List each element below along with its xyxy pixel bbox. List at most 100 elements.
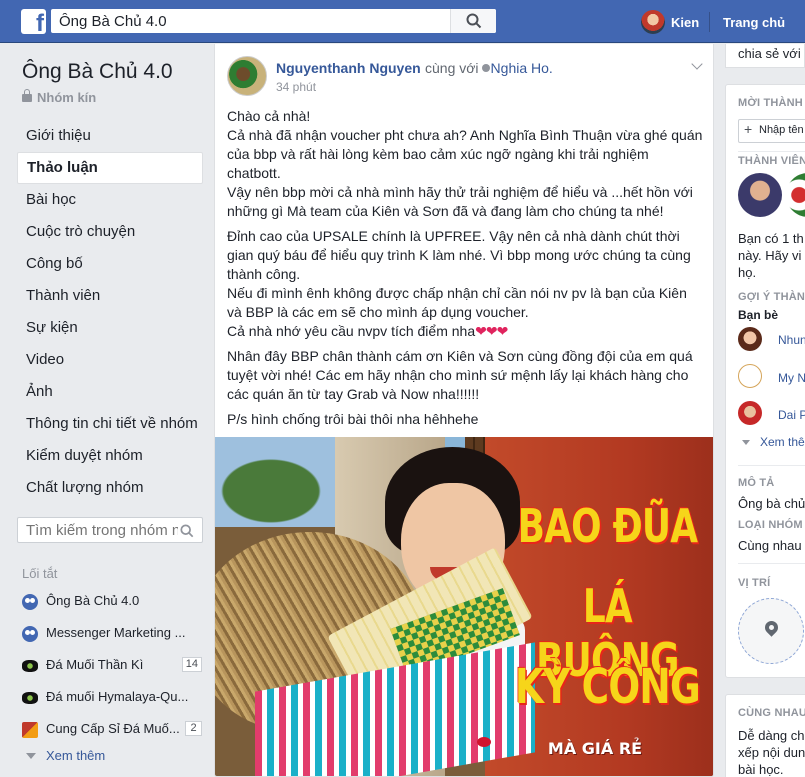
search-icon[interactable]: [180, 524, 194, 538]
post-line: Cả nhà đã nhận voucher pht chưa ah? Anh …: [227, 127, 703, 181]
nav-item-group-insights[interactable]: Thông tin chi tiết về nhóm: [17, 408, 203, 440]
notification-count-badge: 14: [181, 657, 202, 672]
stone-page-icon: [22, 660, 38, 672]
post-paragraph: Nhân đây BBP chân thành cám ơn Kiên và S…: [227, 347, 703, 404]
tagged-person-link[interactable]: Nghia Ho.: [491, 60, 553, 76]
shortcut-item[interactable]: Messenger Marketing ...: [20, 620, 202, 652]
shortcut-item[interactable]: Đá Muối Thần Kì 14: [20, 652, 202, 684]
post-line: Nhân đây BBP chân thành cám ơn Kiên và S…: [227, 348, 693, 402]
nav-item-events[interactable]: Sự kiện: [17, 312, 203, 344]
invite-placeholder: Nhập tên: [759, 124, 804, 136]
heart-emoji-icon: ❤❤❤: [475, 323, 508, 339]
divider: [738, 563, 805, 564]
divider: [738, 465, 805, 466]
tag-status-icon: [481, 64, 490, 72]
lock-icon: [22, 89, 32, 102]
photo-headline-line: BAO ĐŨA: [517, 499, 698, 553]
shortcut-label: Messenger Marketing ...: [46, 625, 186, 640]
privacy-text: Nhóm kín: [37, 90, 97, 105]
member-avatar[interactable]: [738, 173, 782, 217]
description-heading: MÔ TẢ: [738, 477, 775, 489]
group-type: Cùng nhau: [738, 538, 802, 553]
nav-item-videos[interactable]: Video: [17, 344, 203, 376]
top-navigation-bar: f Kien Trang chủ: [0, 0, 805, 43]
member-avatar[interactable]: [786, 173, 805, 217]
group-type-heading: LOẠI NHÓM: [738, 519, 803, 531]
post-line: Đỉnh cao của UPSALE chính là UPFREE. Vậy…: [227, 228, 691, 282]
see-more-suggestions-link[interactable]: Xem thê: [742, 435, 805, 449]
suggested-members-heading: GỢI Ý THÀNH: [738, 291, 805, 303]
suggested-friend-name[interactable]: Nhung: [778, 333, 805, 347]
nav-item-about[interactable]: Giới thiệu: [17, 120, 203, 152]
nav-item-photos[interactable]: Ảnh: [17, 376, 203, 408]
group-search: [17, 517, 203, 543]
location-map[interactable]: [738, 598, 804, 664]
group-info-sidebar: MỜI THÀNH VIÊN Nhập tên THÀNH VIÊN Bạn c…: [725, 84, 805, 678]
user-name-link[interactable]: Kien: [671, 15, 699, 30]
stone-page-icon: [22, 692, 38, 704]
nav-item-announcements[interactable]: Công bố: [17, 248, 203, 280]
topbar-divider: [709, 12, 710, 32]
post-paragraph: Chào cả nhà! Cả nhà đã nhận voucher pht …: [227, 107, 703, 221]
group-navigation: Giới thiệu Thảo luận Bài học Cuộc trò ch…: [17, 120, 203, 504]
members-heading: THÀNH VIÊN: [738, 155, 805, 167]
photo-headline-line: KỲ CÔNG: [514, 659, 701, 715]
shortcut-label: Đá Muối Thần Kì: [46, 657, 144, 672]
nav-item-members[interactable]: Thành viên: [17, 280, 203, 312]
notification-count-badge: 2: [185, 721, 202, 736]
global-search-input[interactable]: [51, 9, 456, 33]
nav-item-discussion[interactable]: Thảo luận: [17, 152, 203, 184]
nav-item-chats[interactable]: Cuộc trò chuyện: [17, 216, 203, 248]
post-author-name[interactable]: Nguyenthanh Nguyen: [276, 60, 421, 76]
suggested-friend-name[interactable]: My N: [778, 371, 805, 385]
search-button[interactable]: [450, 9, 496, 33]
members-description: họ.: [738, 265, 757, 280]
with-text: cùng với: [425, 60, 479, 76]
location-heading: VỊ TRÍ: [738, 577, 771, 589]
post-text: Chào cả nhà! Cả nhà đã nhận voucher pht …: [227, 107, 703, 435]
see-more-shortcuts-link[interactable]: Xem thêm: [26, 748, 105, 763]
suggested-friend-avatar[interactable]: [738, 327, 762, 351]
divider: [738, 151, 805, 152]
post-timestamp[interactable]: 34 phút: [276, 80, 316, 94]
suggested-friend-avatar[interactable]: [738, 364, 762, 388]
group-icon: [22, 626, 38, 642]
nav-item-units[interactable]: Bài học: [17, 184, 203, 216]
learning-description: bài học.: [738, 762, 784, 777]
learning-description: xếp nội dung: [738, 745, 805, 760]
invite-members-input[interactable]: Nhập tên: [738, 119, 805, 143]
post-paragraph: Đỉnh cao của UPSALE chính là UPFREE. Vậy…: [227, 227, 703, 341]
facebook-logo-icon[interactable]: f: [21, 9, 46, 34]
learning-heading: CÙNG NHAU: [738, 707, 805, 719]
home-link[interactable]: Trang chủ: [723, 15, 785, 30]
group-search-input[interactable]: [18, 518, 178, 542]
friends-subheading: Bạn bè: [738, 308, 779, 322]
user-avatar[interactable]: [641, 10, 665, 34]
post-author-avatar[interactable]: [227, 56, 267, 96]
shortcut-label: Đá muối Hymalaya-Qu...: [46, 689, 189, 704]
location-pin-icon: [762, 618, 781, 637]
nav-item-group-quality[interactable]: Chất lượng nhóm: [17, 472, 203, 504]
post-options-chevron-icon[interactable]: [691, 58, 703, 70]
learning-description: Dễ dàng chi: [738, 728, 805, 743]
shortcuts-list: Ông Bà Chủ 4.0 Messenger Marketing ... Đ…: [20, 588, 202, 748]
group-privacy-label: Nhóm kín: [22, 89, 97, 105]
right-top-text: chia sẻ với: [738, 46, 801, 61]
search-icon: [466, 13, 482, 29]
group-description: Ông bà chủ: [738, 496, 805, 511]
suggested-friend-avatar[interactable]: [738, 401, 762, 425]
global-search: [51, 9, 496, 33]
post-photo[interactable]: BAO ĐŨA LÁ BUÔNG KỲ CÔNG MÀ GIÁ RẺ: [215, 437, 713, 776]
shortcut-item[interactable]: Cung Cấp Sỉ Đá Muố... 2: [20, 716, 202, 748]
post-paragraph: P/s hình chống trôi bài thôi nha hêhhehe: [227, 410, 703, 429]
shortcut-item[interactable]: Ông Bà Chủ 4.0: [20, 588, 202, 620]
post-line: Chào cả nhà!: [227, 108, 311, 124]
post-line: Cả nhà nhớ yêu cầu nvpv tích điểm nha❤❤❤: [227, 322, 703, 341]
shortcut-item[interactable]: Đá muối Hymalaya-Qu...: [20, 684, 202, 716]
shortcut-label: Cung Cấp Sỉ Đá Muố...: [46, 721, 180, 736]
group-icon: [22, 594, 38, 610]
group-title[interactable]: Ông Bà Chủ 4.0: [22, 60, 173, 84]
suggested-friend-name[interactable]: Dai P: [778, 408, 805, 422]
nav-item-moderation[interactable]: Kiểm duyệt nhóm: [17, 440, 203, 472]
post-line: P/s hình chống trôi bài thôi nha hêhhehe: [227, 411, 479, 427]
